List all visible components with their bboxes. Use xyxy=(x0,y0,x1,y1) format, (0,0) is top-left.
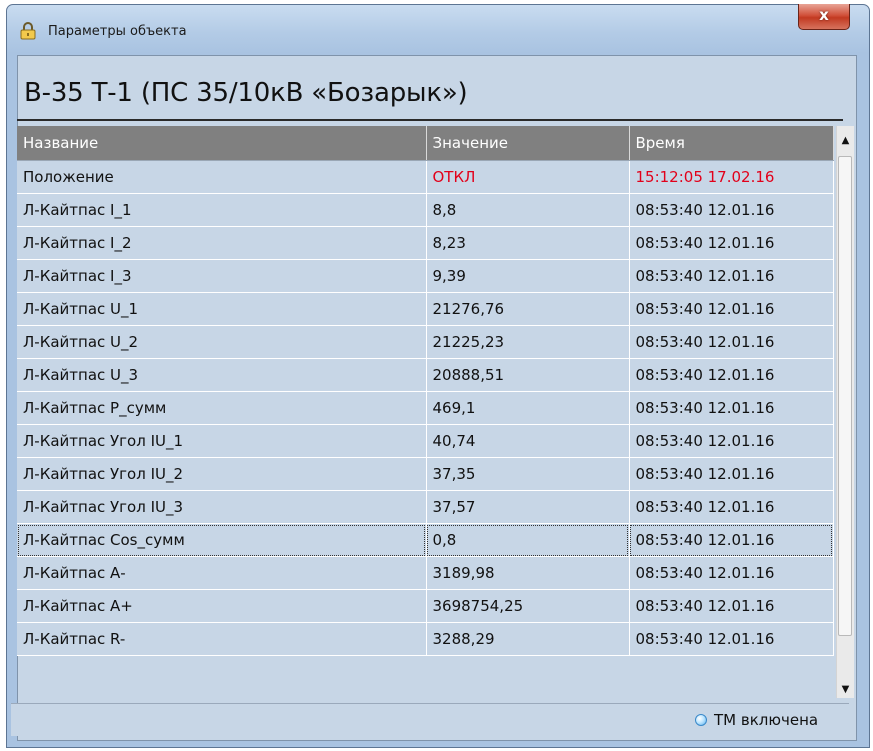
status-indicator-icon xyxy=(695,714,707,726)
table-row[interactable]: Л-Кайтпас Угол IU_2 37,35 08:53:40 12.01… xyxy=(17,457,834,491)
cell-value: 0,8 xyxy=(426,523,630,557)
table-row[interactable]: Л-Кайтпас P_сумм 469,1 08:53:40 12.01.16 xyxy=(17,391,834,425)
cell-value: 21276,76 xyxy=(426,292,630,326)
cell-value: 37,35 xyxy=(426,457,630,491)
cell-value: 40,74 xyxy=(426,424,630,458)
cell-time: 08:53:40 12.01.16 xyxy=(629,193,834,227)
table-row[interactable]: Л-Кайтпас I_3 9,39 08:53:40 12.01.16 xyxy=(17,259,834,293)
cell-time: 08:53:40 12.01.16 xyxy=(629,259,834,293)
close-button[interactable]: x xyxy=(798,4,850,30)
cell-name: Л-Кайтпас Угол IU_3 xyxy=(17,490,427,524)
cell-time: 08:53:40 12.01.16 xyxy=(629,391,834,425)
cell-value: 8,8 xyxy=(426,193,630,227)
cell-value: 20888,51 xyxy=(426,358,630,392)
cell-time: 08:53:40 12.01.16 xyxy=(629,589,834,623)
status-text: ТМ включена xyxy=(714,711,819,729)
object-heading: В-35 Т-1 (ПС 35/10кВ «Бозарык») xyxy=(24,78,468,108)
table-row[interactable]: Л-Кайтпас U_1 21276,76 08:53:40 12.01.16 xyxy=(17,292,834,326)
cell-time: 08:53:40 12.01.16 xyxy=(629,292,834,326)
cell-value: 3189,98 xyxy=(426,556,630,590)
cell-value: 3288,29 xyxy=(426,622,630,656)
table-row[interactable]: Положение ОТКЛ 15:12:05 17.02.16 xyxy=(17,160,834,194)
window-title: Параметры объекта xyxy=(48,24,187,39)
status-bar: ТМ включена xyxy=(11,703,849,736)
heading-divider xyxy=(17,119,843,121)
cell-name: Положение xyxy=(17,160,427,194)
table-row-focused[interactable]: Л-Кайтпас Cos_сумм 0,8 08:53:40 12.01.16 xyxy=(17,523,834,557)
cell-time: 08:53:40 12.01.16 xyxy=(629,490,834,524)
vertical-scrollbar[interactable]: ▲ ▼ xyxy=(836,126,854,698)
cell-name: Л-Кайтпас А- xyxy=(17,556,427,590)
table-row[interactable]: Л-Кайтпас I_2 8,23 08:53:40 12.01.16 xyxy=(17,226,834,260)
cell-value: 9,39 xyxy=(426,259,630,293)
cell-time: 08:53:40 12.01.16 xyxy=(629,556,834,590)
table-row[interactable]: Л-Кайтпас U_2 21225,23 08:53:40 12.01.16 xyxy=(17,325,834,359)
cell-time: 08:53:40 12.01.16 xyxy=(629,226,834,260)
cell-value: 3698754,25 xyxy=(426,589,630,623)
cell-time: 08:53:40 12.01.16 xyxy=(629,424,834,458)
table-row[interactable]: Л-Кайтпас I_1 8,8 08:53:40 12.01.16 xyxy=(17,193,834,227)
cell-name: Л-Кайтпас R- xyxy=(17,622,427,656)
table-row[interactable]: Л-Кайтпас R- 3288,29 08:53:40 12.01.16 xyxy=(17,622,834,656)
table-row[interactable]: Л-Кайтпас А- 3189,98 08:53:40 12.01.16 xyxy=(17,556,834,590)
table-row[interactable]: Л-Кайтпас Угол IU_3 37,57 08:53:40 12.01… xyxy=(17,490,834,524)
scroll-up-icon[interactable]: ▲ xyxy=(837,132,854,149)
cell-name: Л-Кайтпас U_3 xyxy=(17,358,427,392)
cell-name: Л-Кайтпас Угол IU_1 xyxy=(17,424,427,458)
cell-name: Л-Кайтпас P_сумм xyxy=(17,391,427,425)
cell-time: 08:53:40 12.01.16 xyxy=(629,523,834,557)
cell-name: Л-Кайтпас I_3 xyxy=(17,259,427,293)
column-header-value[interactable]: Значение xyxy=(426,126,630,161)
table-row[interactable]: Л-Кайтпас А+ 3698754,25 08:53:40 12.01.1… xyxy=(17,589,834,623)
cell-time: 08:53:40 12.01.16 xyxy=(629,325,834,359)
cell-value: ОТКЛ xyxy=(426,160,630,194)
scrollbar-thumb[interactable] xyxy=(838,156,852,636)
cell-name: Л-Кайтпас I_2 xyxy=(17,226,427,260)
cell-name: Л-Кайтпас Cos_сумм xyxy=(17,523,427,557)
table-row[interactable]: Л-Кайтпас Угол IU_1 40,74 08:53:40 12.01… xyxy=(17,424,834,458)
cell-time: 15:12:05 17.02.16 xyxy=(629,160,834,194)
close-icon: x xyxy=(819,6,829,24)
cell-name: Л-Кайтпас U_1 xyxy=(17,292,427,326)
scroll-down-icon[interactable]: ▼ xyxy=(837,681,854,698)
cell-time: 08:53:40 12.01.16 xyxy=(629,622,834,656)
column-header-time[interactable]: Время xyxy=(629,126,834,161)
column-header-name[interactable]: Название xyxy=(17,126,427,161)
table-row[interactable]: Л-Кайтпас U_3 20888,51 08:53:40 12.01.16 xyxy=(17,358,834,392)
cell-value: 21225,23 xyxy=(426,325,630,359)
cell-time: 08:53:40 12.01.16 xyxy=(629,358,834,392)
lock-icon xyxy=(20,22,36,40)
parameters-table: Название Значение Время Положение ОТКЛ 1… xyxy=(17,126,834,656)
title-bar[interactable]: Параметры объекта x xyxy=(7,4,869,55)
cell-value: 8,23 xyxy=(426,226,630,260)
table-header: Название Значение Время xyxy=(17,126,834,161)
cell-value: 37,57 xyxy=(426,490,630,524)
cell-name: Л-Кайтпас Угол IU_2 xyxy=(17,457,427,491)
cell-name: Л-Кайтпас I_1 xyxy=(17,193,427,227)
cell-name: Л-Кайтпас U_2 xyxy=(17,325,427,359)
cell-time: 08:53:40 12.01.16 xyxy=(629,457,834,491)
cell-value: 469,1 xyxy=(426,391,630,425)
cell-name: Л-Кайтпас А+ xyxy=(17,589,427,623)
